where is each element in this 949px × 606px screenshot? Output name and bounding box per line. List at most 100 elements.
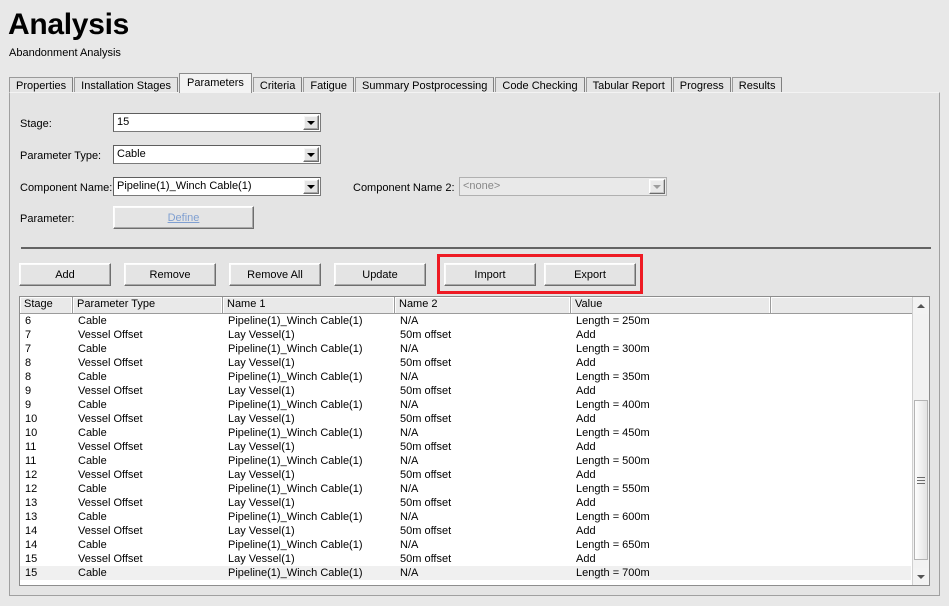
- cell-type: Cable: [73, 510, 223, 524]
- table-row[interactable]: 15Vessel OffsetLay Vessel(1)50m offsetAd…: [20, 552, 911, 566]
- cell-type: Cable: [73, 426, 223, 440]
- table-row[interactable]: 12Vessel OffsetLay Vessel(1)50m offsetAd…: [20, 468, 911, 482]
- tab-summary-postprocessing[interactable]: Summary Postprocessing: [355, 77, 494, 93]
- component-name-value: Pipeline(1)_Winch Cable(1): [114, 180, 303, 193]
- cell-name2: N/A: [395, 370, 571, 384]
- cell-type: Cable: [73, 342, 223, 356]
- cell-stage: 11: [20, 440, 73, 454]
- cell-stage: 10: [20, 426, 73, 440]
- chevron-down-icon[interactable]: [303, 147, 319, 162]
- table-row[interactable]: 10CablePipeline(1)_Winch Cable(1)N/ALeng…: [20, 426, 911, 440]
- cell-value: Add: [571, 524, 771, 538]
- define-button: Define: [113, 206, 254, 229]
- cell-stage: 11: [20, 454, 73, 468]
- cell-value: Length = 450m: [571, 426, 771, 440]
- cell-stage: 12: [20, 482, 73, 496]
- cell-name2: 50m offset: [395, 384, 571, 398]
- cell-stage: 9: [20, 384, 73, 398]
- column-header-stage[interactable]: Stage: [20, 297, 73, 313]
- column-header-name-1[interactable]: Name 1: [223, 297, 395, 313]
- scrollbar-grip-icon: [917, 477, 925, 484]
- scrollbar-thumb[interactable]: [914, 400, 928, 560]
- table-row[interactable]: 12CablePipeline(1)_Winch Cable(1)N/ALeng…: [20, 482, 911, 496]
- cell-type: Cable: [73, 370, 223, 384]
- cell-value: Length = 300m: [571, 342, 771, 356]
- cell-name1: Pipeline(1)_Winch Cable(1): [223, 370, 395, 384]
- cell-name2: N/A: [395, 398, 571, 412]
- tab-fatigue[interactable]: Fatigue: [303, 77, 354, 93]
- table-row[interactable]: 10Vessel OffsetLay Vessel(1)50m offsetAd…: [20, 412, 911, 426]
- add-button[interactable]: Add: [19, 263, 111, 286]
- cell-name2: N/A: [395, 342, 571, 356]
- component-name-dropdown[interactable]: Pipeline(1)_Winch Cable(1): [113, 177, 321, 196]
- cell-name2: N/A: [395, 314, 571, 328]
- cell-name2: 50m offset: [395, 524, 571, 538]
- tab-parameters[interactable]: Parameters: [179, 73, 252, 93]
- cell-type: Cable: [73, 314, 223, 328]
- cell-name1: Lay Vessel(1): [223, 412, 395, 426]
- chevron-down-icon[interactable]: [303, 179, 319, 194]
- cell-value: Length = 550m: [571, 482, 771, 496]
- remove-button[interactable]: Remove: [124, 263, 216, 286]
- tab-installation-stages[interactable]: Installation Stages: [74, 77, 178, 93]
- table-vertical-scrollbar[interactable]: [912, 297, 929, 585]
- cell-stage: 6: [20, 314, 73, 328]
- cell-value: Length = 350m: [571, 370, 771, 384]
- table-row[interactable]: 9Vessel OffsetLay Vessel(1)50m offsetAdd: [20, 384, 911, 398]
- cell-name2: 50m offset: [395, 328, 571, 342]
- cell-name2: 50m offset: [395, 468, 571, 482]
- parameter-type-dropdown[interactable]: Cable: [113, 145, 321, 164]
- cell-name1: Lay Vessel(1): [223, 496, 395, 510]
- table-row[interactable]: 7CablePipeline(1)_Winch Cable(1)N/ALengt…: [20, 342, 911, 356]
- column-header-value[interactable]: Value: [571, 297, 771, 313]
- column-header-name-2[interactable]: Name 2: [395, 297, 571, 313]
- cell-type: Cable: [73, 482, 223, 496]
- cell-stage: 13: [20, 510, 73, 524]
- cell-stage: 14: [20, 538, 73, 552]
- table-row[interactable]: 7Vessel OffsetLay Vessel(1)50m offsetAdd: [20, 328, 911, 342]
- scroll-down-arrow-icon[interactable]: [913, 568, 929, 585]
- table-row[interactable]: 11Vessel OffsetLay Vessel(1)50m offsetAd…: [20, 440, 911, 454]
- table-row[interactable]: 13CablePipeline(1)_Winch Cable(1)N/ALeng…: [20, 510, 911, 524]
- tab-criteria[interactable]: Criteria: [253, 77, 302, 93]
- table-row[interactable]: 11CablePipeline(1)_Winch Cable(1)N/ALeng…: [20, 454, 911, 468]
- cell-type: Vessel Offset: [73, 524, 223, 538]
- table-row[interactable]: 6CablePipeline(1)_Winch Cable(1)N/ALengt…: [20, 314, 911, 328]
- update-button[interactable]: Update: [334, 263, 426, 286]
- scroll-up-arrow-icon[interactable]: [913, 297, 929, 314]
- cell-value: Length = 400m: [571, 398, 771, 412]
- cell-name1: Pipeline(1)_Winch Cable(1): [223, 426, 395, 440]
- remove-all-button[interactable]: Remove All: [229, 263, 321, 286]
- tab-results[interactable]: Results: [732, 77, 783, 93]
- cell-value: Add: [571, 328, 771, 342]
- parameters-table: StageParameter TypeName 1Name 2Value 6Ca…: [19, 296, 930, 586]
- tab-progress[interactable]: Progress: [673, 77, 731, 93]
- table-row[interactable]: 14CablePipeline(1)_Winch Cable(1)N/ALeng…: [20, 538, 911, 552]
- table-row[interactable]: 9CablePipeline(1)_Winch Cable(1)N/ALengt…: [20, 398, 911, 412]
- import-button[interactable]: Import: [444, 263, 536, 286]
- table-row[interactable]: 14Vessel OffsetLay Vessel(1)50m offsetAd…: [20, 524, 911, 538]
- cell-value: Add: [571, 552, 771, 566]
- cell-name1: Pipeline(1)_Winch Cable(1): [223, 482, 395, 496]
- table-row[interactable]: 13Vessel OffsetLay Vessel(1)50m offsetAd…: [20, 496, 911, 510]
- cell-value: Add: [571, 384, 771, 398]
- column-header-filler: [771, 297, 929, 313]
- tab-properties[interactable]: Properties: [9, 77, 73, 93]
- table-row[interactable]: 8CablePipeline(1)_Winch Cable(1)N/ALengt…: [20, 370, 911, 384]
- cell-value: Length = 600m: [571, 510, 771, 524]
- cell-name1: Lay Vessel(1): [223, 468, 395, 482]
- stage-dropdown[interactable]: 15: [113, 113, 321, 132]
- column-header-parameter-type[interactable]: Parameter Type: [73, 297, 223, 313]
- tab-tabular-report[interactable]: Tabular Report: [586, 77, 672, 93]
- component-name-2-label: Component Name 2:: [353, 182, 455, 195]
- tab-code-checking[interactable]: Code Checking: [495, 77, 584, 93]
- chevron-down-icon[interactable]: [303, 115, 319, 130]
- table-row[interactable]: 8Vessel OffsetLay Vessel(1)50m offsetAdd: [20, 356, 911, 370]
- export-button[interactable]: Export: [544, 263, 636, 286]
- cell-name2: 50m offset: [395, 496, 571, 510]
- cell-name1: Lay Vessel(1): [223, 384, 395, 398]
- cell-stage: 7: [20, 342, 73, 356]
- cell-name2: 50m offset: [395, 356, 571, 370]
- cell-type: Cable: [73, 398, 223, 412]
- table-row[interactable]: 15CablePipeline(1)_Winch Cable(1)N/ALeng…: [20, 566, 911, 580]
